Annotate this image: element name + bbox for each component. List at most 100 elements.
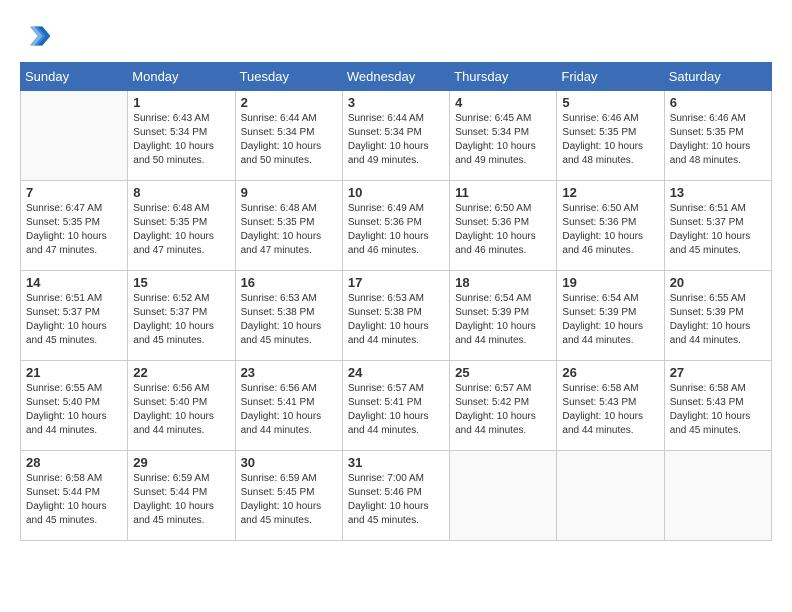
day-info: Sunrise: 6:58 AM Sunset: 5:43 PM Dayligh… [670, 382, 766, 438]
day-info: Sunrise: 6:46 AM Sunset: 5:35 PM Dayligh… [562, 112, 658, 168]
day-info: Sunrise: 6:45 AM Sunset: 5:34 PM Dayligh… [455, 112, 551, 168]
calendar-cell: 16 Sunrise: 6:53 AM Sunset: 5:38 PM Dayli… [235, 271, 342, 361]
day-number: 30 [241, 455, 337, 470]
day-info: Sunrise: 6:53 AM Sunset: 5:38 PM Dayligh… [241, 292, 337, 348]
day-info: Sunrise: 6:50 AM Sunset: 5:36 PM Dayligh… [562, 202, 658, 258]
calendar-cell: 3Sunrise: 6:44 AM Sunset: 5:34 PM Daylig… [342, 91, 449, 181]
calendar-cell: 23 Sunrise: 6:56 AM Sunset: 5:41 PM Dayli… [235, 361, 342, 451]
day-number: 4 [455, 95, 551, 110]
calendar-cell: 10Sunrise: 6:49 AM Sunset: 5:36 PM Dayli… [342, 181, 449, 271]
day-info: Sunrise: 6:58 AM Sunset: 5:44 PM Dayligh… [26, 472, 122, 528]
calendar-cell: 25 Sunrise: 6:57 AM Sunset: 5:42 PM Dayli… [450, 361, 557, 451]
day-number: 2 [241, 95, 337, 110]
calendar-cell: 13 Sunrise: 6:51 AM Sunset: 5:37 PM Dayli… [664, 181, 771, 271]
calendar-cell: 14 Sunrise: 6:51 AM Sunset: 5:37 PM Dayli… [21, 271, 128, 361]
calendar-cell: 28Sunrise: 6:58 AM Sunset: 5:44 PM Dayli… [21, 451, 128, 541]
day-info: Sunrise: 6:44 AM Sunset: 5:34 PM Dayligh… [348, 112, 444, 168]
calendar-cell [664, 451, 771, 541]
calendar-cell: 4 Sunrise: 6:45 AM Sunset: 5:34 PM Daylig… [450, 91, 557, 181]
calendar-cell: 8Sunrise: 6:48 AM Sunset: 5:35 PM Daylig… [128, 181, 235, 271]
col-header-thursday: Thursday [450, 63, 557, 91]
day-number: 9 [241, 185, 337, 200]
calendar-header-row: SundayMondayTuesdayWednesdayThursdayFrid… [21, 63, 772, 91]
day-info: Sunrise: 6:48 AM Sunset: 5:35 PM Dayligh… [241, 202, 337, 258]
calendar-cell: 1Sunrise: 6:43 AM Sunset: 5:34 PM Daylig… [128, 91, 235, 181]
day-info: Sunrise: 6:52 AM Sunset: 5:37 PM Dayligh… [133, 292, 229, 348]
day-info: Sunrise: 6:54 AM Sunset: 5:39 PM Dayligh… [455, 292, 551, 348]
logo-icon [20, 20, 52, 52]
day-number: 19 [562, 275, 658, 290]
day-info: Sunrise: 6:59 AM Sunset: 5:45 PM Dayligh… [241, 472, 337, 528]
day-number: 29 [133, 455, 229, 470]
col-header-tuesday: Tuesday [235, 63, 342, 91]
day-number: 6 [670, 95, 766, 110]
col-header-friday: Friday [557, 63, 664, 91]
logo [20, 20, 56, 52]
day-number: 31 [348, 455, 444, 470]
day-number: 8 [133, 185, 229, 200]
day-number: 21 [26, 365, 122, 380]
calendar-cell: 24 Sunrise: 6:57 AM Sunset: 5:41 PM Dayli… [342, 361, 449, 451]
day-number: 7 [26, 185, 122, 200]
day-info: Sunrise: 6:59 AM Sunset: 5:44 PM Dayligh… [133, 472, 229, 528]
calendar-cell: 29 Sunrise: 6:59 AM Sunset: 5:44 PM Dayli… [128, 451, 235, 541]
day-number: 1 [133, 95, 229, 110]
day-info: Sunrise: 6:57 AM Sunset: 5:42 PM Dayligh… [455, 382, 551, 438]
calendar-cell: 31 Sunrise: 7:00 AM Sunset: 5:46 PM Dayli… [342, 451, 449, 541]
col-header-saturday: Saturday [664, 63, 771, 91]
day-number: 12 [562, 185, 658, 200]
day-number: 26 [562, 365, 658, 380]
calendar-cell: 17 Sunrise: 6:53 AM Sunset: 5:38 PM Dayli… [342, 271, 449, 361]
calendar-cell [21, 91, 128, 181]
day-number: 27 [670, 365, 766, 380]
calendar-cell: 21 Sunrise: 6:55 AM Sunset: 5:40 PM Dayli… [21, 361, 128, 451]
calendar-cell [450, 451, 557, 541]
day-number: 11 [455, 185, 551, 200]
week-row-4: 21 Sunrise: 6:55 AM Sunset: 5:40 PM Dayli… [21, 361, 772, 451]
calendar-cell [557, 451, 664, 541]
day-number: 10 [348, 185, 444, 200]
calendar-cell: 5Sunrise: 6:46 AM Sunset: 5:35 PM Daylig… [557, 91, 664, 181]
day-info: Sunrise: 6:54 AM Sunset: 5:39 PM Dayligh… [562, 292, 658, 348]
calendar-table: SundayMondayTuesdayWednesdayThursdayFrid… [20, 62, 772, 541]
col-header-wednesday: Wednesday [342, 63, 449, 91]
calendar-cell: 2Sunrise: 6:44 AM Sunset: 5:34 PM Daylig… [235, 91, 342, 181]
calendar-cell: 30 Sunrise: 6:59 AM Sunset: 5:45 PM Dayli… [235, 451, 342, 541]
week-row-5: 28Sunrise: 6:58 AM Sunset: 5:44 PM Dayli… [21, 451, 772, 541]
day-number: 17 [348, 275, 444, 290]
day-info: Sunrise: 6:47 AM Sunset: 5:35 PM Dayligh… [26, 202, 122, 258]
week-row-3: 14 Sunrise: 6:51 AM Sunset: 5:37 PM Dayli… [21, 271, 772, 361]
day-number: 13 [670, 185, 766, 200]
day-info: Sunrise: 6:58 AM Sunset: 5:43 PM Dayligh… [562, 382, 658, 438]
day-info: Sunrise: 6:53 AM Sunset: 5:38 PM Dayligh… [348, 292, 444, 348]
calendar-cell: 15Sunrise: 6:52 AM Sunset: 5:37 PM Dayli… [128, 271, 235, 361]
day-number: 14 [26, 275, 122, 290]
calendar-cell: 19 Sunrise: 6:54 AM Sunset: 5:39 PM Dayli… [557, 271, 664, 361]
day-number: 24 [348, 365, 444, 380]
calendar-cell: 6 Sunrise: 6:46 AM Sunset: 5:35 PM Daylig… [664, 91, 771, 181]
week-row-2: 7 Sunrise: 6:47 AM Sunset: 5:35 PM Daylig… [21, 181, 772, 271]
calendar-cell: 22 Sunrise: 6:56 AM Sunset: 5:40 PM Dayli… [128, 361, 235, 451]
day-number: 18 [455, 275, 551, 290]
day-info: Sunrise: 6:51 AM Sunset: 5:37 PM Dayligh… [26, 292, 122, 348]
day-number: 25 [455, 365, 551, 380]
calendar-cell: 12 Sunrise: 6:50 AM Sunset: 5:36 PM Dayli… [557, 181, 664, 271]
day-number: 16 [241, 275, 337, 290]
day-info: Sunrise: 7:00 AM Sunset: 5:46 PM Dayligh… [348, 472, 444, 528]
day-info: Sunrise: 6:55 AM Sunset: 5:40 PM Dayligh… [26, 382, 122, 438]
calendar-cell: 7 Sunrise: 6:47 AM Sunset: 5:35 PM Daylig… [21, 181, 128, 271]
calendar-cell: 11Sunrise: 6:50 AM Sunset: 5:36 PM Dayli… [450, 181, 557, 271]
day-info: Sunrise: 6:46 AM Sunset: 5:35 PM Dayligh… [670, 112, 766, 168]
col-header-monday: Monday [128, 63, 235, 91]
calendar-cell: 18 Sunrise: 6:54 AM Sunset: 5:39 PM Dayli… [450, 271, 557, 361]
day-info: Sunrise: 6:56 AM Sunset: 5:40 PM Dayligh… [133, 382, 229, 438]
day-number: 20 [670, 275, 766, 290]
calendar-cell: 26 Sunrise: 6:58 AM Sunset: 5:43 PM Dayli… [557, 361, 664, 451]
day-number: 23 [241, 365, 337, 380]
day-info: Sunrise: 6:55 AM Sunset: 5:39 PM Dayligh… [670, 292, 766, 348]
day-info: Sunrise: 6:57 AM Sunset: 5:41 PM Dayligh… [348, 382, 444, 438]
day-info: Sunrise: 6:56 AM Sunset: 5:41 PM Dayligh… [241, 382, 337, 438]
page-header [20, 20, 772, 52]
day-number: 22 [133, 365, 229, 380]
day-info: Sunrise: 6:51 AM Sunset: 5:37 PM Dayligh… [670, 202, 766, 258]
